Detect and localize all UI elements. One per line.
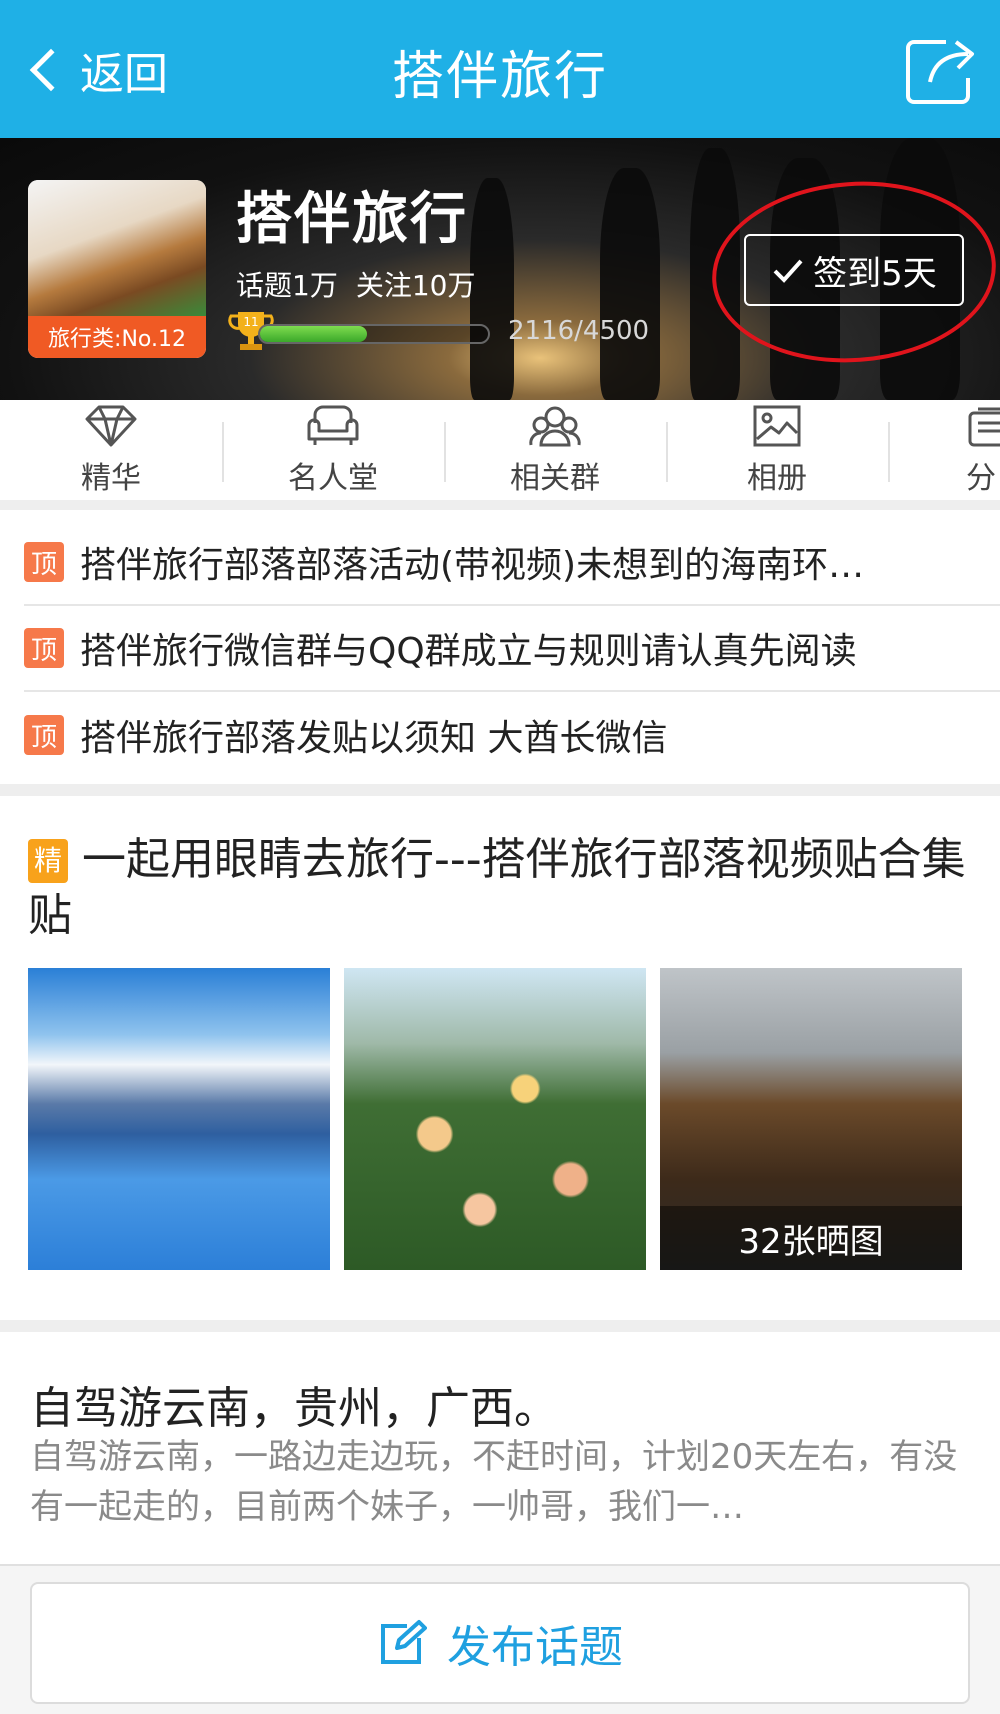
pin-badge: 顶 xyxy=(24,628,64,668)
new-topic-button[interactable]: 发布话题 xyxy=(30,1582,970,1704)
level-progress-bar xyxy=(258,324,490,344)
tab-label: 名人堂 xyxy=(288,461,378,496)
edit-icon xyxy=(381,1620,427,1664)
banner-silhouette xyxy=(600,168,660,400)
tab-label: 相关群 xyxy=(510,461,600,496)
group-tabs: 精华 名人堂 相关群 相册 分 xyxy=(0,400,1000,510)
featured-title: 一起用眼睛去旅行---搭伴旅行部落视频贴合集贴 xyxy=(28,834,966,941)
share-icon[interactable] xyxy=(906,34,980,104)
group-avatar-image xyxy=(28,180,206,316)
photo-strip: 32张晒图 xyxy=(28,968,962,1270)
page-title: 搭伴旅行 xyxy=(391,47,608,107)
level-progress-fill xyxy=(260,326,368,342)
tab-related-groups[interactable]: 相关群 xyxy=(444,400,666,500)
diamond-icon xyxy=(85,405,137,447)
group-stats: 话题1万 关注10万 xyxy=(236,264,475,304)
pinned-title: 搭伴旅行部落部落活动(带视频)未想到的海南环… xyxy=(80,545,865,586)
post-title: 自驾游云南，贵州，广西。 xyxy=(30,1383,558,1434)
post-excerpt: 自驾游云南，一路边走边玩，不赶时间，计划20天左右，有没有一起走的，目前两个妹子… xyxy=(30,1437,958,1527)
progress-text: 2116/4500 xyxy=(508,316,650,346)
group-name: 搭伴旅行 xyxy=(236,187,468,252)
rank-tag: 旅行类:No.12 xyxy=(28,316,206,358)
new-topic-label: 发布话题 xyxy=(447,1622,623,1673)
tab-share[interactable]: 分 xyxy=(888,400,1000,500)
level-number: 11 xyxy=(243,315,258,329)
pinned-item[interactable]: 顶 搭伴旅行部落部落活动(带视频)未想到的海南环… xyxy=(24,520,1000,606)
pinned-list: 顶 搭伴旅行部落部落活动(带视频)未想到的海南环… 顶 搭伴旅行微信群与QQ群成… xyxy=(0,520,1000,778)
bottom-bar: 发布话题 xyxy=(0,1564,1000,1714)
post-item[interactable]: 自驾游云南，贵州，广西。 自驾游云南，一路边走边玩，不赶时间，计划20天左右，有… xyxy=(0,1332,1000,1582)
topics-count: 话题1万 xyxy=(236,269,338,302)
share-list-icon xyxy=(968,407,1000,447)
tab-label: 相册 xyxy=(747,461,807,496)
photo-icon xyxy=(753,405,801,447)
sofa-icon xyxy=(307,405,359,445)
tab-label: 精华 xyxy=(81,461,141,496)
photo-count-caption: 32张晒图 xyxy=(660,1206,962,1270)
group-avatar[interactable]: 旅行类:No.12 xyxy=(28,180,206,358)
pinned-item[interactable]: 顶 搭伴旅行微信群与QQ群成立与规则请认真先阅读 xyxy=(24,606,1000,692)
section-divider xyxy=(0,784,1000,796)
group-icon xyxy=(529,406,581,447)
tab-album[interactable]: 相册 xyxy=(666,400,888,500)
followers-count: 关注10万 xyxy=(355,269,476,302)
pinned-title: 搭伴旅行部落发贴以须知 大酋长微信 xyxy=(80,718,668,759)
section-divider xyxy=(0,1320,1000,1332)
group-banner: 旅行类:No.12 搭伴旅行 话题1万 关注10万 11 2116/4500 签… xyxy=(0,138,1000,400)
featured-post[interactable]: 精一起用眼睛去旅行---搭伴旅行部落视频贴合集贴 32张晒图 xyxy=(0,796,1000,1320)
featured-badge: 精 xyxy=(28,839,68,883)
photo-thumbnail[interactable] xyxy=(28,968,330,1270)
banner-silhouette xyxy=(470,178,514,400)
featured-title-block: 精一起用眼睛去旅行---搭伴旅行部落视频贴合集贴 xyxy=(28,832,978,944)
pinned-item[interactable]: 顶 搭伴旅行部落发贴以须知 大酋长微信 xyxy=(24,692,1000,778)
tab-label: 分 xyxy=(966,461,996,496)
photo-thumbnail[interactable] xyxy=(344,968,646,1270)
pin-badge: 顶 xyxy=(24,715,64,755)
pinned-title: 搭伴旅行微信群与QQ群成立与规则请认真先阅读 xyxy=(80,631,857,672)
photo-thumbnail[interactable]: 32张晒图 xyxy=(660,968,962,1270)
pin-badge: 顶 xyxy=(24,542,64,582)
tab-featured[interactable]: 精华 xyxy=(0,400,222,500)
top-nav-bar: 返回 搭伴旅行 xyxy=(0,0,1000,138)
tab-hall-of-fame[interactable]: 名人堂 xyxy=(222,400,444,500)
